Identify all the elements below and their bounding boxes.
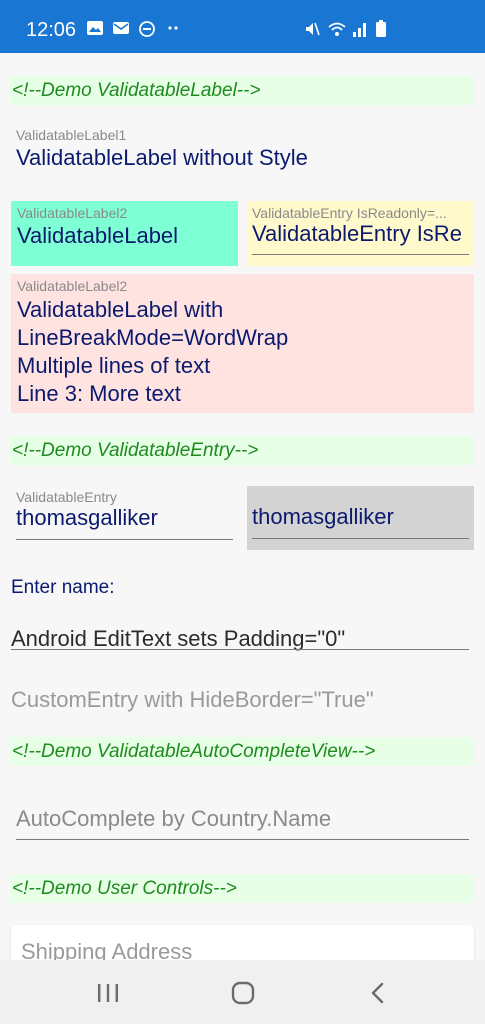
mute-icon	[303, 20, 321, 36]
readonly-entry-caption: ValidatableEntry IsReadonly=...	[252, 205, 447, 221]
dnd-icon	[138, 20, 156, 37]
validatable-entry[interactable]: ValidatableEntry thomasgalliker	[16, 489, 233, 541]
shipping-address-card[interactable]: Shipping Address	[11, 925, 474, 960]
disabled-entry-underline	[252, 538, 469, 539]
label2a-text: ValidatableLabel	[17, 223, 179, 248]
validatable-entry-underline	[16, 539, 233, 540]
signal-icon	[351, 20, 369, 37]
label2b-line-1: ValidatableLabel with	[17, 297, 224, 322]
label2b-lines: ValidatableLabel with LineBreakMode=Word…	[17, 296, 468, 408]
page-content: <!--Demo ValidatableLabel--> Validatable…	[0, 53, 485, 960]
readonly-entry-underline	[252, 254, 469, 255]
autocomplete-underline	[16, 839, 469, 840]
label1-text: ValidatableLabel without Style	[16, 145, 308, 170]
android-entry[interactable]: Android EditText sets Padding="0"	[11, 626, 469, 652]
label2b-line-2: LineBreakMode=WordWrap	[17, 325, 289, 350]
label2a-caption: ValidatableLabel2	[17, 205, 128, 221]
more-dots-icon	[164, 20, 182, 36]
enter-name-label: Enter name:	[11, 577, 115, 598]
disabled-entry: thomasgalliker	[247, 486, 474, 550]
validatable-label-2-box: ValidatableLabel2 ValidatableLabel	[11, 201, 238, 266]
label2b-line-4: Line 3: More text	[17, 381, 181, 406]
home-icon[interactable]	[230, 980, 256, 1011]
autocomplete-country[interactable]: AutoComplete by Country.Name	[16, 806, 469, 840]
label1-caption: ValidatableLabel1	[16, 127, 127, 143]
battery-icon	[375, 20, 393, 37]
android-entry-underline	[11, 649, 469, 650]
autocomplete-placeholder[interactable]: AutoComplete by Country.Name	[16, 806, 469, 832]
recents-icon[interactable]	[96, 982, 120, 1009]
status-bar: 12:06	[0, 0, 485, 53]
comment-demo-autocomplete: <!--Demo ValidatableAutoCompleteView-->	[10, 737, 474, 766]
validatable-label-wrap-box: ValidatableLabel2 ValidatableLabel with …	[11, 274, 474, 413]
comment-demo-label: <!--Demo ValidatableLabel-->	[10, 76, 474, 105]
custom-entry-hide-border[interactable]: CustomEntry with HideBorder="True"	[11, 687, 374, 713]
wifi-icon	[327, 20, 346, 36]
comment-demo-entry: <!--Demo ValidatableEntry-->	[10, 436, 474, 465]
image-icon	[86, 20, 104, 36]
disabled-entry-value: thomasgalliker	[252, 504, 394, 529]
comment-demo-user-controls: <!--Demo User Controls-->	[10, 874, 474, 903]
validatable-label-1: ValidatableLabel1 ValidatableLabel witho…	[16, 127, 308, 171]
validatable-entry-value[interactable]: thomasgalliker	[16, 505, 233, 531]
shipping-address-input[interactable]: Shipping Address	[21, 939, 464, 960]
mail-icon	[112, 20, 130, 36]
navigation-bar	[0, 960, 485, 1024]
back-icon[interactable]	[368, 981, 388, 1010]
validatable-entry-caption: ValidatableEntry	[16, 489, 117, 505]
label2b-caption: ValidatableLabel2	[17, 278, 128, 294]
status-time: 12:06	[26, 19, 77, 41]
label2b-line-3: Multiple lines of text	[17, 353, 211, 378]
readonly-entry-box: ValidatableEntry IsReadonly=... Validata…	[247, 201, 474, 266]
readonly-entry-text: ValidatableEntry IsRe	[252, 221, 462, 246]
